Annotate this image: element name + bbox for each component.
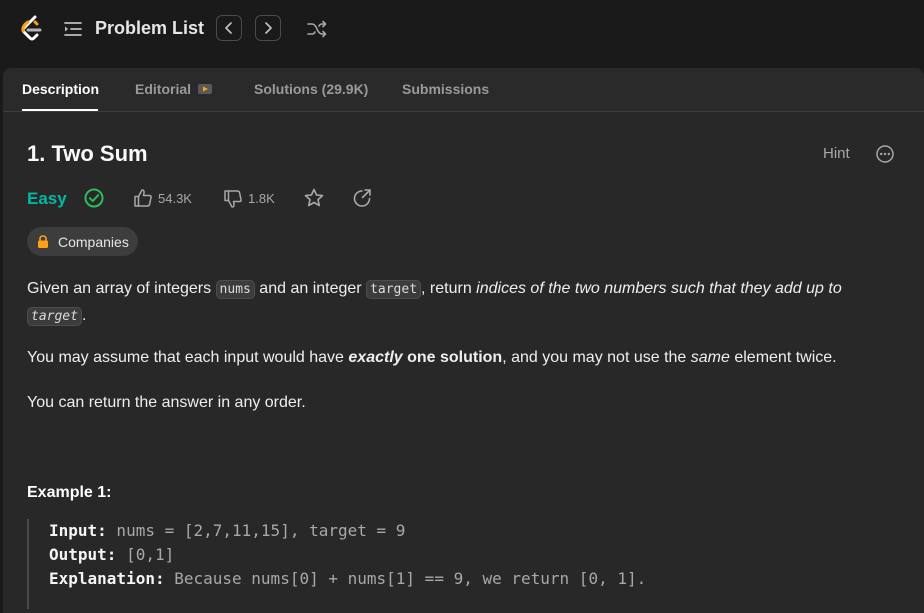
- strong-text: exactly: [348, 349, 403, 366]
- hint-button[interactable]: Hint: [823, 145, 850, 162]
- list-icon[interactable]: [63, 20, 83, 38]
- example-label: Input:: [49, 521, 107, 540]
- example-value: [0,1]: [116, 545, 175, 564]
- share-icon[interactable]: [351, 187, 373, 209]
- difficulty-badge: Easy: [27, 189, 67, 208]
- video-icon: [198, 84, 212, 94]
- example-title: Example 1:: [27, 484, 112, 501]
- check-circle-icon: [84, 188, 104, 208]
- thumbs-down-icon[interactable]: [223, 189, 243, 209]
- shuffle-icon[interactable]: [306, 18, 328, 40]
- dislike-count: 1.8K: [248, 191, 275, 206]
- companies-label: Companies: [58, 234, 129, 250]
- example-input-line: Input: nums = [2,7,11,15], target = 9: [49, 519, 907, 543]
- companies-tag[interactable]: Companies: [27, 227, 138, 256]
- like-count: 54.3K: [158, 191, 192, 206]
- chevron-left-icon: [225, 22, 232, 34]
- prev-problem-button[interactable]: [216, 15, 242, 41]
- inline-code: target: [366, 280, 422, 299]
- problem-meta-row: Easy 54.3K 1.8K: [27, 186, 427, 212]
- tab-solutions[interactable]: Solutions (29.9K): [254, 81, 368, 97]
- description-paragraph: You can return the answer in any order.: [27, 394, 306, 411]
- emphasis-text: same: [690, 349, 730, 366]
- tab-description[interactable]: Description: [22, 81, 99, 97]
- tab-editorial[interactable]: Editorial: [135, 81, 191, 97]
- page-title: 1. Two Sum: [27, 141, 148, 166]
- next-problem-button[interactable]: [255, 15, 281, 41]
- thumbs-up-icon[interactable]: [133, 188, 153, 208]
- example-label: Output:: [49, 545, 117, 564]
- chevron-right-icon: [265, 22, 272, 34]
- example-output-line: Output: [0,1]: [49, 543, 907, 567]
- inline-code: target: [27, 307, 82, 326]
- problem-list-title[interactable]: Problem List: [95, 18, 204, 39]
- example-explanation-line: Explanation: Because nums[0] + nums[1] =…: [49, 567, 907, 591]
- more-icon[interactable]: [875, 144, 895, 164]
- star-icon[interactable]: [303, 187, 325, 209]
- tab-bar: Description Editorial Solutions (29.9K) …: [3, 68, 924, 112]
- text: Given an array of integers: [27, 280, 216, 297]
- active-tab-indicator: [22, 109, 98, 111]
- description-paragraph: You may assume that each input would hav…: [27, 345, 907, 371]
- text: element twice.: [729, 349, 837, 366]
- text: , and you may not use the: [502, 349, 691, 366]
- example-value: Because nums[0] + nums[1] == 9, we retur…: [164, 569, 647, 588]
- text: You may assume that each input would hav…: [27, 349, 349, 366]
- emphasis-text: indices of the two numbers such that the…: [476, 280, 842, 297]
- example-label: Explanation:: [49, 569, 165, 588]
- example-block: Input: nums = [2,7,11,15], target = 9 Ou…: [27, 519, 907, 609]
- inline-code: nums: [215, 280, 255, 299]
- lock-icon: [38, 235, 48, 248]
- text: .: [81, 307, 87, 324]
- leetcode-logo-icon[interactable]: [19, 15, 45, 43]
- description-paragraph: Given an array of integers nums and an i…: [27, 276, 897, 330]
- text: and an integer: [254, 280, 367, 297]
- strong-text: one solution: [402, 349, 503, 366]
- example-value: nums = [2,7,11,15], target = 9: [106, 521, 406, 540]
- tab-submissions[interactable]: Submissions: [402, 81, 489, 97]
- text: , return: [421, 280, 477, 297]
- top-bar: Problem List: [0, 0, 924, 59]
- problem-panel: Description Editorial Solutions (29.9K) …: [3, 68, 924, 613]
